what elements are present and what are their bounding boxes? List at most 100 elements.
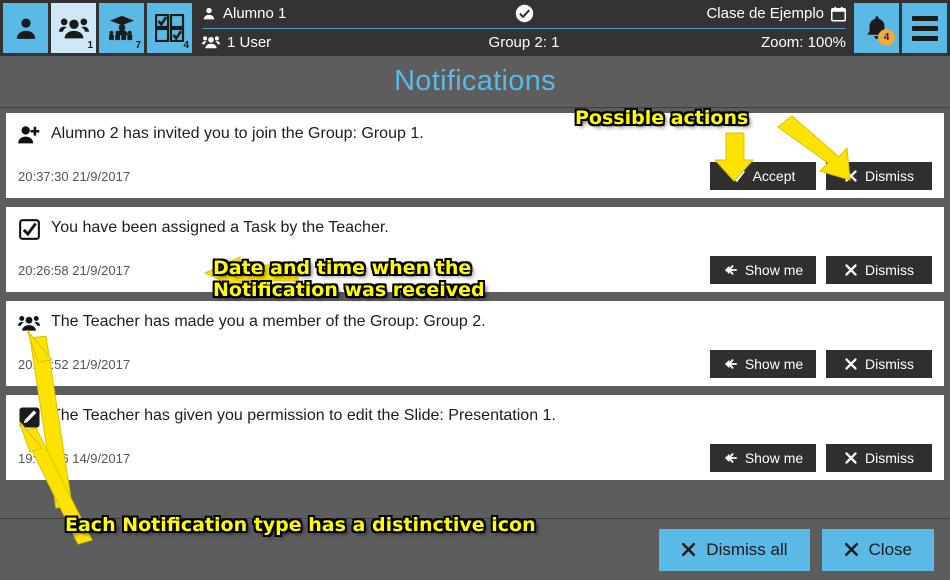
x-icon [845,264,857,276]
dismiss-button[interactable]: Dismiss [826,162,932,190]
toolbar-teacher-count: 7 [135,40,141,51]
notification-card: The Teacher has made you a member of the… [6,301,944,386]
dismiss-button[interactable]: Dismiss [826,444,932,472]
notification-actions: Show me Dismiss [710,444,932,472]
notification-timestamp: 19:34:56 14/9/2017 [18,450,131,466]
user-icon [16,18,35,39]
toolbar-status-area: Alumno 1 Clase de Ejemplo 1 User Group 2… [192,0,854,56]
calendar-icon [831,6,846,22]
teacher-icon [108,15,134,41]
notification-message-row: The Teacher has given you permission to … [18,405,932,428]
arrow-left-icon [724,265,737,275]
group-icon [58,18,89,39]
class-name-label: Clase de Ejemplo [706,5,824,23]
notification-footer-row: 20:37:30 21/9/2017 Accept Dismiss [18,162,932,190]
notification-actions: Accept Dismiss [710,162,932,190]
pencil-edit-icon [18,406,40,428]
user-count-label: 1 User [227,33,272,51]
dismiss-button-label: Dismiss [865,356,914,372]
dismiss-button-label: Dismiss [865,168,914,184]
hamburger-icon [911,15,938,41]
show-me-button[interactable]: Show me [710,256,816,284]
checkbox-checked-icon [18,218,40,240]
show-me-button-label: Show me [744,262,804,278]
group-status-label: Group 2: 1 [488,33,560,51]
check-circle-icon [515,5,533,23]
toolbar-right-buttons: 4 [854,0,950,56]
x-icon [845,358,857,370]
show-me-button-label: Show me [744,356,804,372]
notification-timestamp: 20:26:58 21/9/2017 [18,262,131,278]
notification-list: Alumno 2 has invited you to join the Gro… [0,109,950,515]
dismiss-button-label: Dismiss [865,450,914,466]
show-me-button[interactable]: Show me [710,350,816,378]
notification-card: Alumno 2 has invited you to join the Gro… [6,113,944,198]
show-me-button-label: Show me [744,450,804,466]
toolbar-status-row-bottom: 1 User Group 2: 1 Zoom: 100% [202,27,846,57]
group-icon [202,36,220,49]
notification-timestamp: 20:10:52 21/9/2017 [18,356,131,372]
x-icon [845,452,857,464]
notification-message: You have been assigned a Task by the Tea… [51,219,389,236]
dismiss-button[interactable]: Dismiss [826,350,932,378]
x-icon [844,542,858,557]
notification-message: Alumno 2 has invited you to join the Gro… [51,125,424,142]
notification-footer-row: 20:10:52 21/9/2017 Show me Dismiss [18,350,932,378]
top-toolbar: 1 7 4 Alumno 1 Clase de Ejemplo 1 User G… [0,0,950,56]
menu-button[interactable] [902,3,947,53]
close-button[interactable]: Close [821,528,934,571]
toolbar-icon-group: 1 7 4 [0,0,192,56]
notification-message: The Teacher has made you a member of the… [51,313,486,330]
x-icon [682,542,696,557]
notification-footer-row: 20:26:58 21/9/2017 Show me Dismiss [18,256,932,284]
toolbar-tasks-count: 4 [183,40,189,51]
x-icon [845,170,857,182]
notification-message-row: You have been assigned a Task by the Tea… [18,217,932,240]
show-me-button[interactable]: Show me [710,444,816,472]
dismiss-button-label: Dismiss [865,262,914,278]
toolbar-groups-count: 1 [87,40,93,51]
arrow-left-icon [724,359,737,369]
notification-footer-row: 19:34:56 14/9/2017 Show me Dismiss [18,444,932,472]
class-indicator[interactable]: Clase de Ejemplo [706,5,846,22]
dialog-header: Notifications [0,56,950,108]
group-icon [18,316,40,331]
check-icon [731,170,745,183]
current-user-label: Alumno 1 [223,5,287,23]
toolbar-teacher-button[interactable]: 7 [99,3,144,53]
notification-card: You have been assigned a Task by the Tea… [6,207,944,292]
accept-button[interactable]: Accept [710,162,816,190]
accept-button-label: Accept [752,168,796,184]
page-title: Notifications [394,65,556,97]
toolbar-status-row-top: Alumno 1 Clase de Ejemplo [202,0,846,28]
notification-timestamp: 20:37:30 21/9/2017 [18,168,131,184]
current-user: Alumno 1 [202,5,286,22]
dismiss-all-label: Dismiss all [706,539,788,559]
user-icon [203,8,215,20]
dismiss-button[interactable]: Dismiss [826,256,932,284]
notification-card: The Teacher has given you permission to … [6,395,944,480]
group-icon [18,312,40,334]
toolbar-user-button[interactable] [3,3,48,53]
notification-message-row: Alumno 2 has invited you to join the Gro… [18,123,932,146]
user-plus-icon [18,126,40,144]
toolbar-groups-button[interactable]: 1 [51,3,96,53]
notification-actions: Show me Dismiss [710,350,932,378]
user-count-indicator: 1 User [202,34,271,51]
zoom-indicator[interactable]: Zoom: 100% [761,34,846,51]
group-status: Group 2: 1 [202,34,846,51]
tasks-icon [154,14,184,42]
pencil-edit-icon [18,406,40,428]
notification-message-row: The Teacher has made you a member of the… [18,311,932,334]
checkbox-checked-icon [18,218,40,240]
close-label: Close [868,539,912,559]
notification-count-badge: 4 [878,29,895,46]
zoom-label: Zoom: 100% [760,33,846,51]
notification-actions: Show me Dismiss [710,256,932,284]
notification-message: The Teacher has given you permission to … [51,407,556,424]
user-plus-icon [18,124,40,146]
notifications-bell-button[interactable]: 4 [854,3,899,53]
notifications-dialog: 1 7 4 Alumno 1 Clase de Ejemplo 1 User G… [0,0,950,580]
dismiss-all-button[interactable]: Dismiss all [659,528,810,571]
toolbar-tasks-button[interactable]: 4 [147,3,192,53]
